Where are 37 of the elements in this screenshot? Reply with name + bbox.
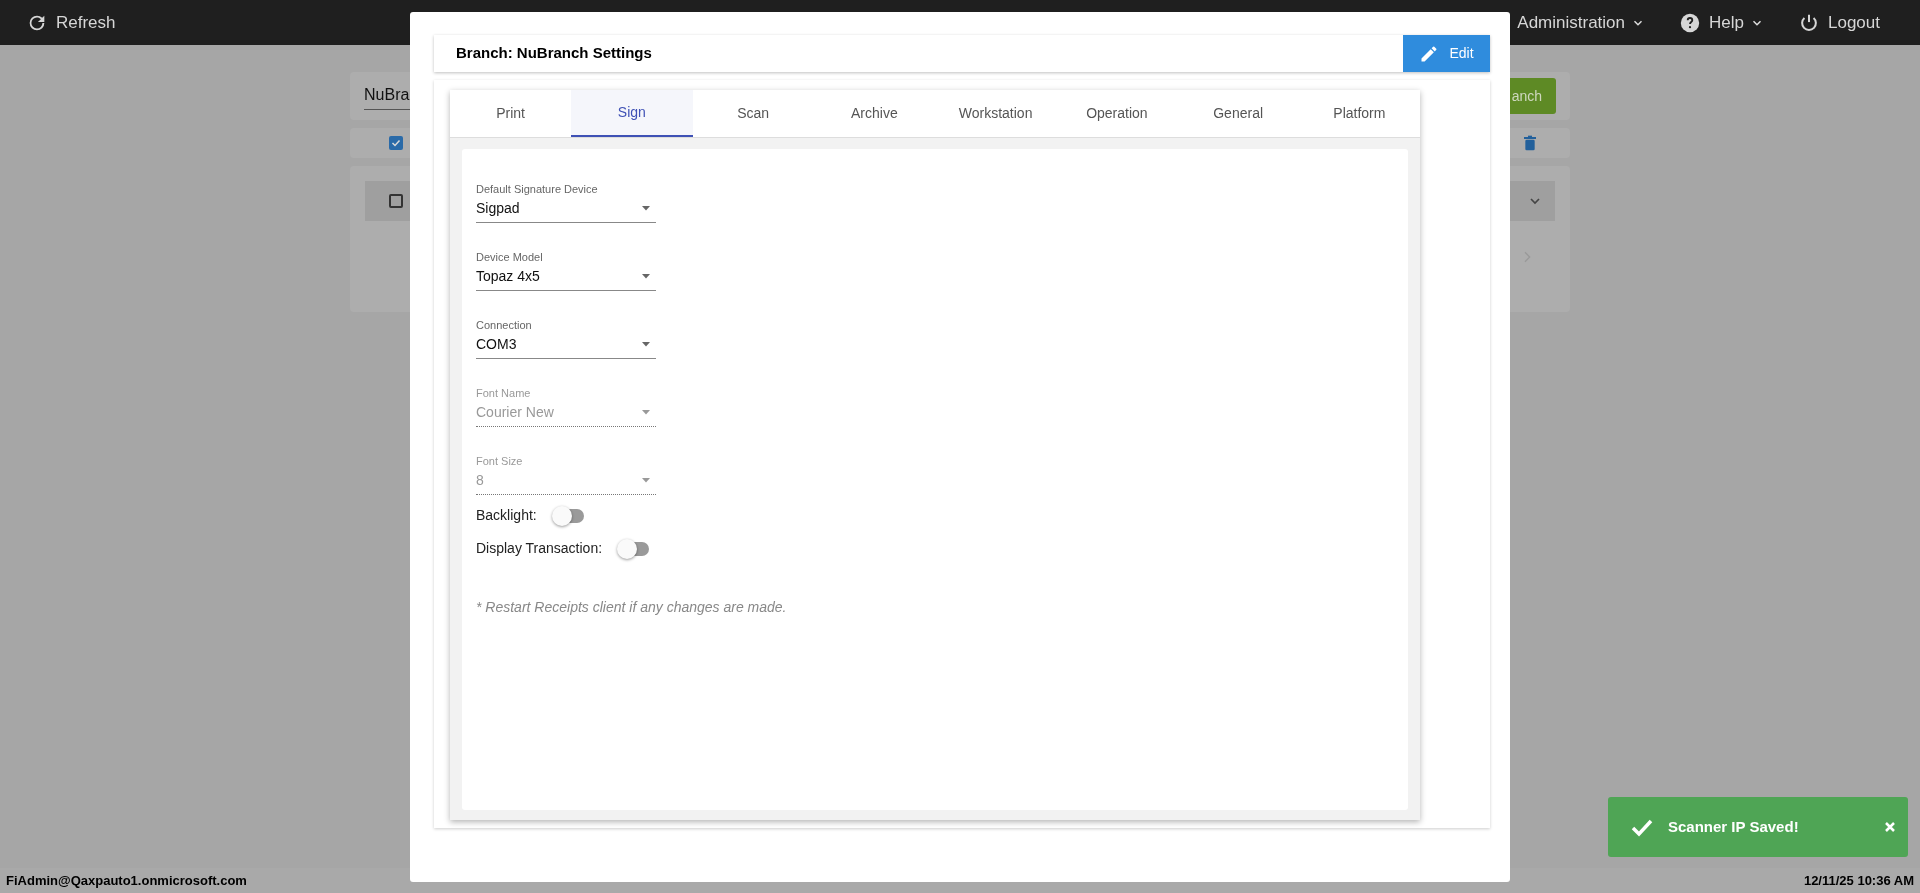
tab[interactable]: Archive [813,90,935,137]
menu-button[interactable]: Help [1679,9,1764,36]
close-button[interactable] [1884,821,1896,833]
dialog-title: Branch: NuBranch Settings [456,43,652,64]
tab[interactable]: Operation [1056,90,1178,137]
date-time: 12/11/25 10:36 AM [1803,871,1914,890]
field-label: Font Size [476,454,524,469]
toggle-label: Display Transaction: [476,539,603,558]
field-label: Device Model [476,250,544,265]
field-label: Font Name [476,386,532,401]
toggle-label: Backlight: [476,506,537,525]
field-label: Default Signature Device [476,182,599,197]
note-text: * Restart Receipts client if any changes are made. [476,598,788,617]
refresh-button[interactable]: Refresh [26,9,116,36]
toggle-switch[interactable] [619,541,650,556]
close-icon [1884,821,1896,833]
dropdown-field[interactable]: Topaz 4x5 [476,265,656,291]
tab[interactable]: General [1177,90,1299,137]
menu-button[interactable]: Logout [1798,9,1880,36]
help-icon [1679,11,1702,34]
tab[interactable]: Sign [571,90,693,137]
checkbox[interactable] [389,194,403,208]
field-label: Connection [476,318,533,333]
dropdown-field[interactable]: Sigpad [476,197,656,223]
tab[interactable]: Workstation [935,90,1057,137]
checkbox[interactable] [389,136,403,150]
edit-button[interactable]: Edit [1403,35,1490,72]
user-name: FiAdmin@Qaxpauto1.onmicrosoft.com [6,871,247,890]
tab[interactable]: Platform [1298,90,1420,137]
dropdown-field[interactable]: COM3 [476,333,656,359]
tab[interactable]: Scan [692,90,814,137]
check-icon [390,137,402,149]
trash-icon [1522,134,1538,152]
toggle-switch[interactable] [553,508,584,523]
toast-message: Scanner IP Saved! [1668,816,1800,837]
menu-button[interactable]: Administration [1517,9,1646,36]
tab[interactable]: Print [450,90,572,137]
